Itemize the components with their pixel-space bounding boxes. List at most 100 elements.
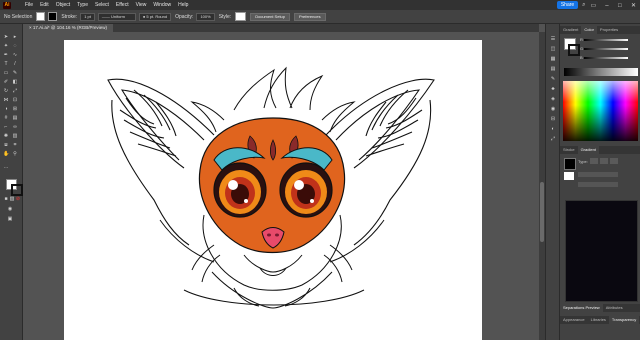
type-tool-icon[interactable]: T xyxy=(3,61,9,67)
scrollbar-thumb[interactable] xyxy=(540,182,544,242)
opacity-field[interactable]: 100% xyxy=(196,12,215,21)
canvas-area[interactable] xyxy=(23,32,539,340)
align-dock-icon[interactable]: ⊟ xyxy=(549,116,557,123)
perspective-grid-tool-icon[interactable]: ⊞ xyxy=(12,106,18,112)
slider-g[interactable]: G xyxy=(580,46,628,51)
width-tool-icon[interactable]: ⋈ xyxy=(3,97,9,103)
document-setup-button[interactable]: Document Setup xyxy=(250,12,290,21)
screen-mode-icon[interactable]: ▣ xyxy=(7,216,13,222)
menu-edit[interactable]: Edit xyxy=(40,2,49,8)
slider-g-track[interactable] xyxy=(584,47,628,50)
none-mode-icon[interactable]: ⊘ xyxy=(15,196,21,202)
slider-b-track[interactable] xyxy=(584,56,628,59)
style-swatch[interactable] xyxy=(235,12,247,21)
variable-width-profile[interactable]: —— Uniform xyxy=(97,12,136,21)
column-graph-tool-icon[interactable]: ▥ xyxy=(12,133,18,139)
artwork-fennec-fox[interactable] xyxy=(64,40,482,340)
properties-dock-icon[interactable]: ☰ xyxy=(549,36,557,43)
pen-tool-icon[interactable]: ✒ xyxy=(3,52,9,58)
fill-stroke-widget[interactable] xyxy=(6,179,23,196)
menu-file[interactable]: File xyxy=(25,2,33,8)
stroke-swatch[interactable] xyxy=(48,12,58,21)
gradient-stroke-swatch[interactable] xyxy=(564,172,574,180)
gradient-thumbnail[interactable] xyxy=(564,158,576,170)
hand-tool-icon[interactable]: ✋ xyxy=(3,151,9,157)
slice-tool-icon[interactable]: ⌗ xyxy=(12,142,18,148)
tab-gradient-top[interactable]: Gradient xyxy=(560,26,581,34)
blend-tool-icon[interactable]: ∞ xyxy=(12,124,18,130)
layers-dock-icon[interactable]: ◫ xyxy=(549,46,557,53)
freeform-gradient-button[interactable] xyxy=(610,158,618,164)
stroke-color-icon[interactable] xyxy=(11,184,23,196)
menu-type[interactable]: Type xyxy=(77,2,88,8)
close-window-icon[interactable]: ✕ xyxy=(631,3,636,9)
shaper-tool-icon[interactable]: ✐ xyxy=(3,79,9,85)
color-ramp-bar[interactable] xyxy=(564,68,638,76)
eraser-tool-icon[interactable]: ◧ xyxy=(12,79,18,85)
color-guide-dock-icon[interactable]: ▤ xyxy=(549,66,557,73)
eyedropper-tool-icon[interactable]: ⌐ xyxy=(3,124,9,130)
maximize-icon[interactable]: □ xyxy=(618,3,622,9)
appearance-dock-icon[interactable]: ◉ xyxy=(549,106,557,113)
edit-toolbar-icon[interactable]: … xyxy=(3,164,9,170)
menu-window[interactable]: Window xyxy=(153,2,171,8)
gradient-stroke-options[interactable] xyxy=(578,172,618,177)
menu-object[interactable]: Object xyxy=(56,2,70,8)
gradient-tool-icon[interactable]: ▤ xyxy=(12,115,18,121)
zoom-tool-icon[interactable]: ⚲ xyxy=(12,151,18,157)
tab-close-icon[interactable]: × xyxy=(29,25,32,30)
slider-b[interactable]: B xyxy=(580,55,628,60)
paintbrush-tool-icon[interactable]: ✎ xyxy=(12,70,18,76)
line-tool-icon[interactable]: / xyxy=(12,61,18,67)
menu-select[interactable]: Select xyxy=(95,2,109,8)
libraries-dock-icon[interactable]: ▦ xyxy=(549,56,557,63)
menu-help[interactable]: Help xyxy=(178,2,188,8)
draw-mode-icon[interactable]: ◉ xyxy=(7,206,13,212)
brushes-dock-icon[interactable]: ✎ xyxy=(549,76,557,83)
mesh-tool-icon[interactable]: # xyxy=(3,115,9,121)
rotate-tool-icon[interactable]: ↻ xyxy=(3,88,9,94)
rectangle-tool-icon[interactable]: ▭ xyxy=(3,70,9,76)
color-stroke-swatch[interactable] xyxy=(568,44,580,56)
symbol-sprayer-tool-icon[interactable]: ✺ xyxy=(3,133,9,139)
symbols-dock-icon[interactable]: ♣ xyxy=(549,86,557,93)
artboard[interactable] xyxy=(64,40,482,340)
pathfinder-dock-icon[interactable]: ◐ xyxy=(549,126,557,133)
direct-selection-tool-icon[interactable]: ▸ xyxy=(12,34,18,40)
artboard-tool-icon[interactable]: ⧈ xyxy=(3,142,9,148)
transform-dock-icon[interactable]: ⤢ xyxy=(549,136,557,143)
radial-gradient-button[interactable] xyxy=(600,158,608,164)
selection-tool-icon[interactable]: ➤ xyxy=(3,34,9,40)
document-tab[interactable]: × 17.Ai.ai* @ 104.16 % (RGB/Preview) xyxy=(23,24,114,32)
slider-r[interactable]: R xyxy=(580,37,628,42)
graphic-styles-dock-icon[interactable]: ◈ xyxy=(549,96,557,103)
scale-tool-icon[interactable]: ⤢ xyxy=(12,88,18,94)
magic-wand-tool-icon[interactable]: ✦ xyxy=(3,43,9,49)
lasso-tool-icon[interactable]: ◌ xyxy=(12,43,18,49)
free-transform-tool-icon[interactable]: ⊡ xyxy=(12,97,18,103)
app-logo[interactable]: Ai xyxy=(3,1,11,9)
curvature-tool-icon[interactable]: ∿ xyxy=(12,52,18,58)
workspace-icon[interactable]: ▭ xyxy=(591,2,597,9)
slider-r-track[interactable] xyxy=(584,38,628,41)
tab-libraries[interactable]: Libraries xyxy=(588,316,609,324)
color-spectrum[interactable] xyxy=(563,81,638,141)
linear-gradient-button[interactable] xyxy=(590,158,598,164)
gradient-angle-field[interactable] xyxy=(578,182,618,187)
tab-transparency[interactable]: Transparency xyxy=(608,316,640,324)
stroke-weight-field[interactable]: 1 pt xyxy=(80,12,95,21)
tab-appearance[interactable]: Appearance xyxy=(560,316,588,324)
tab-properties[interactable]: Properties xyxy=(597,26,621,34)
preferences-button[interactable]: Preferences xyxy=(294,12,326,21)
search-icon[interactable]: ⌕ xyxy=(582,2,585,9)
tab-gradient[interactable]: Gradient xyxy=(577,146,599,154)
gradient-preview[interactable] xyxy=(565,200,638,302)
fill-swatch[interactable] xyxy=(36,12,46,21)
minimize-icon[interactable]: – xyxy=(605,3,608,9)
tab-separations-preview[interactable]: Separations Preview xyxy=(560,304,603,312)
tab-attributes[interactable]: Attributes xyxy=(603,304,626,312)
shape-builder-tool-icon[interactable]: ◑ xyxy=(3,106,9,112)
brush-definition[interactable]: ● 5 pt. Round xyxy=(138,12,172,21)
menu-view[interactable]: View xyxy=(136,2,147,8)
menu-effect[interactable]: Effect xyxy=(116,2,129,8)
